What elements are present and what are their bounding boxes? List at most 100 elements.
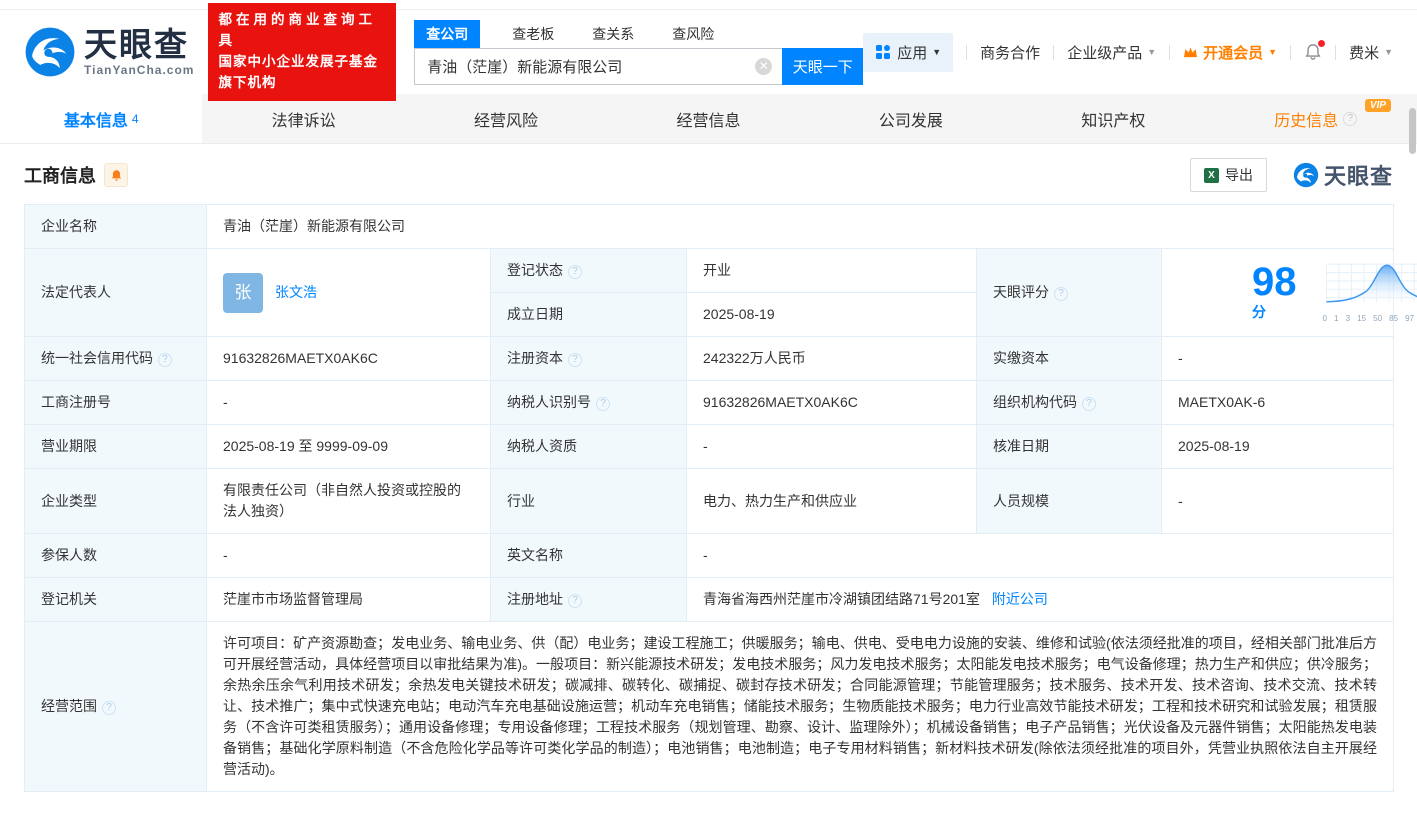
excel-icon: X: [1204, 168, 1219, 183]
help-icon[interactable]: [568, 594, 582, 608]
vip-badge: VIP: [1365, 99, 1391, 112]
tab-history-info[interactable]: VIP 历史信息: [1215, 94, 1417, 143]
field-value-est-date: 2025-08-19: [687, 293, 977, 337]
divider: [1335, 45, 1336, 60]
field-label-reg-authority: 登记机关: [25, 578, 207, 622]
field-label-score: 天眼评分: [977, 249, 1162, 337]
score-axis-ticks: 0 1 3 15 50 85 97 99 100: [1323, 313, 1417, 325]
field-value-industry: 电力、热力生产和供应业: [687, 469, 977, 534]
logo-domain: TianYanCha.com: [84, 63, 194, 77]
field-label-english-name: 英文名称: [491, 534, 687, 578]
nearby-companies-link[interactable]: 附近公司: [992, 591, 1048, 607]
search-tabs: 查公司 查老板 查关系 查风险: [414, 20, 863, 48]
help-icon[interactable]: [568, 265, 582, 279]
field-value-approval-date: 2025-08-19: [1162, 425, 1394, 469]
export-label: 导出: [1225, 165, 1253, 185]
divider: [1053, 45, 1054, 60]
monitor-bell-icon[interactable]: [104, 163, 128, 187]
export-button[interactable]: X 导出: [1190, 158, 1267, 192]
field-value-reg-address: 青海省海西州茫崖市冷湖镇团结路71号201室 附近公司: [687, 578, 1394, 622]
field-label-paid-capital: 实缴资本: [977, 337, 1162, 381]
chevron-down-icon: ▼: [1147, 47, 1156, 57]
search-tab-risk[interactable]: 查风险: [660, 20, 726, 48]
legal-rep-link[interactable]: 张文浩: [275, 282, 317, 303]
tab-operation-info[interactable]: 经营信息: [607, 94, 809, 143]
vip-crown-icon: [1183, 46, 1198, 59]
company-tabs: 基本信息 4 法律诉讼 经营风险 经营信息 公司发展 知识产权 VIP 历史信息: [0, 94, 1417, 144]
tab-legal-litigation[interactable]: 法律诉讼: [202, 94, 404, 143]
section-title: 工商信息: [24, 162, 96, 188]
field-value-score: 98分: [1162, 249, 1394, 337]
scrollbar-thumb[interactable]: [1409, 108, 1416, 154]
watermark-logo: 天眼查: [1293, 159, 1393, 191]
help-icon[interactable]: [102, 701, 116, 715]
field-label-reg-address: 注册地址: [491, 578, 687, 622]
help-icon[interactable]: [1054, 287, 1068, 301]
open-vip-menu[interactable]: 开通会员 ▼: [1183, 42, 1277, 63]
help-icon[interactable]: [1082, 397, 1096, 411]
tab-operation-risk[interactable]: 经营风险: [405, 94, 607, 143]
field-value-reg-capital: 242322万人民币: [687, 337, 977, 381]
search-area: 查公司 查老板 查关系 查风险 ✕ 天眼一下: [414, 20, 863, 85]
field-value-reg-authority: 茫崖市市场监督管理局: [207, 578, 491, 622]
field-label-reg-capital: 注册资本: [491, 337, 687, 381]
tab-basic-info-count: 4: [132, 112, 139, 126]
tab-basic-info[interactable]: 基本信息 4: [0, 94, 202, 143]
help-icon[interactable]: [596, 397, 610, 411]
search-tab-relation[interactable]: 查关系: [580, 20, 646, 48]
business-cooperation-link[interactable]: 商务合作: [980, 42, 1040, 63]
field-label-business-scope: 经营范围: [25, 622, 207, 792]
legal-rep-avatar[interactable]: 张: [223, 273, 263, 313]
table-row: 企业类型 有限责任公司（非自然人投资或控股的法人独资） 行业 电力、热力生产和供…: [25, 469, 1394, 534]
field-label-industry: 行业: [491, 469, 687, 534]
table-row: 企业名称 青油（茫崖）新能源有限公司: [25, 205, 1394, 249]
score-value: 98: [1252, 260, 1297, 304]
business-info-table: 企业名称 青油（茫崖）新能源有限公司 法定代表人 张 张文浩 登记状态 开业 天…: [24, 204, 1394, 792]
open-vip-label: 开通会员: [1203, 42, 1263, 63]
field-label-reg-status: 登记状态: [491, 249, 687, 293]
field-value-org-code: MAETX0AK-6: [1162, 381, 1394, 425]
field-value-taxpayer-quality: -: [687, 425, 977, 469]
field-value-paid-capital: -: [1162, 337, 1394, 381]
page-scrollbar[interactable]: [1408, 0, 1417, 820]
search-button[interactable]: 天眼一下: [782, 48, 863, 85]
help-icon[interactable]: [158, 353, 172, 367]
divider: [1290, 45, 1291, 60]
divider: [966, 45, 967, 60]
field-value-business-term: 2025-08-19 至 9999-09-09: [207, 425, 491, 469]
notification-bell-icon[interactable]: [1304, 43, 1322, 61]
tianyancha-logo[interactable]: 天眼查 TianYanCha.com: [24, 26, 194, 78]
score-distribution-chart: 0 1 3 15 50 85 97 99 100: [1323, 260, 1417, 325]
chevron-down-icon: ▼: [932, 47, 941, 57]
site-header: 天眼查 TianYanCha.com 都在用的商业查询工具 国家中小企业发展子基…: [0, 10, 1417, 94]
table-row: 法定代表人 张 张文浩 登记状态 开业 天眼评分 98分: [25, 249, 1394, 293]
table-row: 登记机关 茫崖市市场监督管理局 注册地址 青海省海西州茫崖市冷湖镇团结路71号2…: [25, 578, 1394, 622]
search-tab-company[interactable]: 查公司: [414, 20, 480, 48]
field-value-staff-size: -: [1162, 469, 1394, 534]
clear-search-icon[interactable]: ✕: [755, 58, 772, 75]
field-value-legal-rep: 张 张文浩: [207, 249, 491, 337]
field-label-credit-code: 统一社会信用代码: [25, 337, 207, 381]
search-input[interactable]: [414, 48, 782, 85]
field-label-business-term: 营业期限: [25, 425, 207, 469]
logo-title: 天眼查: [84, 28, 194, 61]
tab-intellectual-property[interactable]: 知识产权: [1012, 94, 1214, 143]
field-label-approval-date: 核准日期: [977, 425, 1162, 469]
divider: [1169, 45, 1170, 60]
user-menu[interactable]: 费米 ▼: [1349, 42, 1393, 63]
field-value-english-name: -: [687, 534, 1394, 578]
field-label-est-date: 成立日期: [491, 293, 687, 337]
help-icon[interactable]: [1343, 112, 1357, 126]
enterprise-products-menu[interactable]: 企业级产品 ▼: [1067, 42, 1156, 63]
field-label-taxpayer-id: 纳税人识别号: [491, 381, 687, 425]
search-tab-boss[interactable]: 查老板: [500, 20, 566, 48]
field-value-insured-count: -: [207, 534, 491, 578]
enterprise-products-label: 企业级产品: [1067, 42, 1142, 63]
promo-line1: 都在用的商业查询工具: [218, 10, 386, 52]
help-icon[interactable]: [568, 353, 582, 367]
header-right-nav: 应用 ▼ 商务合作 企业级产品 ▼ 开通会员 ▼ 费米 ▼: [863, 33, 1393, 72]
tab-company-development[interactable]: 公司发展: [810, 94, 1012, 143]
apps-menu[interactable]: 应用 ▼: [863, 33, 953, 72]
field-value-company-name: 青油（茫崖）新能源有限公司: [207, 205, 1394, 249]
field-label-legal-rep: 法定代表人: [25, 249, 207, 337]
